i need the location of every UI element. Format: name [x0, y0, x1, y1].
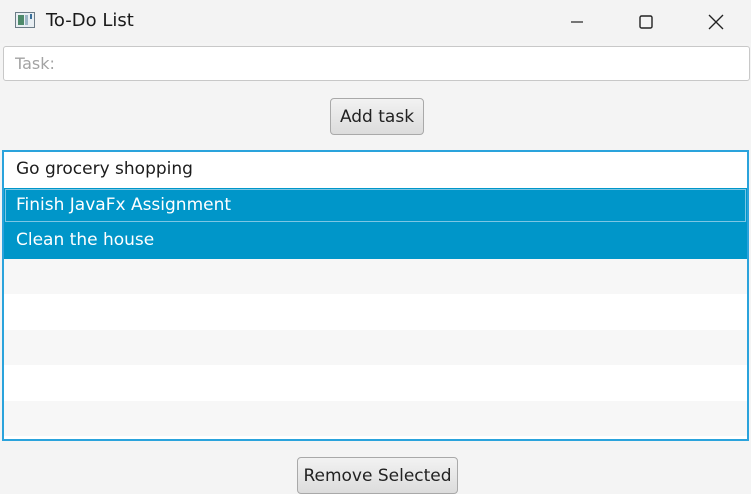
empty-list-row[interactable]	[4, 365, 747, 401]
maximize-button[interactable]	[611, 0, 681, 43]
empty-list-row[interactable]	[4, 258, 747, 294]
close-button[interactable]	[681, 0, 751, 43]
minimize-button[interactable]	[542, 0, 612, 43]
task-input[interactable]	[3, 46, 750, 81]
title-bar[interactable]: To-Do List	[0, 0, 751, 43]
window-title: To-Do List	[46, 10, 134, 31]
app-window: To-Do List Add task Go grocery shopping …	[0, 0, 751, 494]
close-icon	[708, 14, 724, 29]
list-item[interactable]: Go grocery shopping	[4, 152, 747, 188]
task-list[interactable]: Go grocery shopping Finish JavaFx Assign…	[2, 150, 749, 441]
list-item-selected[interactable]: Finish JavaFx Assignment	[4, 187, 747, 223]
maximize-icon	[639, 14, 653, 29]
empty-list-row[interactable]	[4, 329, 747, 365]
remove-selected-button[interactable]: Remove Selected	[297, 457, 458, 494]
empty-list-row[interactable]	[4, 294, 747, 330]
list-item-selected[interactable]: Clean the house	[4, 223, 747, 259]
minimize-icon	[571, 20, 583, 23]
empty-list-row[interactable]	[4, 400, 747, 436]
app-icon	[15, 12, 35, 28]
add-task-button[interactable]: Add task	[330, 98, 424, 135]
